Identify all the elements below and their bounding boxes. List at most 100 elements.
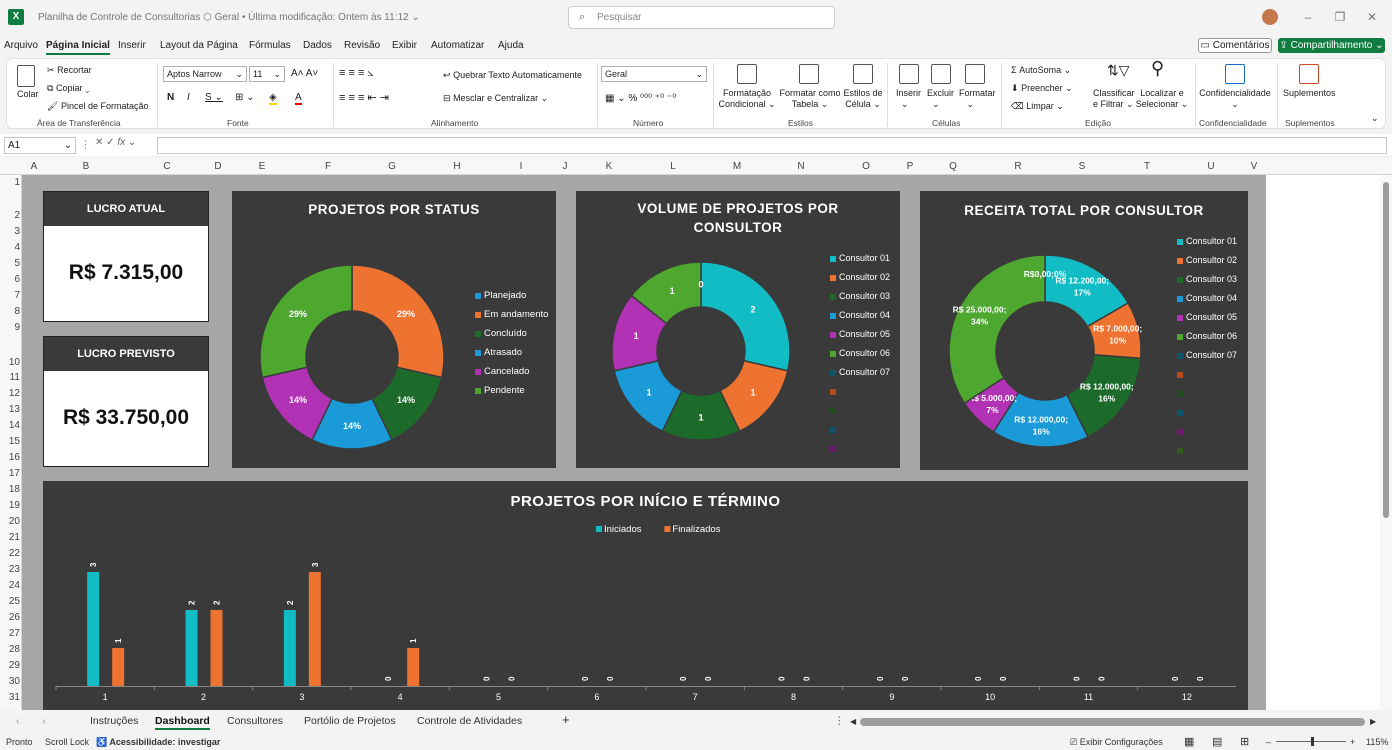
row-header[interactable]: 28 — [0, 644, 20, 655]
column-header[interactable]: Q — [943, 161, 963, 172]
row-header[interactable]: 18 — [0, 484, 20, 495]
column-header[interactable]: E — [252, 161, 272, 172]
border-icon[interactable]: ⊞ ⌄ — [235, 92, 255, 103]
column-header[interactable]: L — [663, 161, 683, 172]
restore-icon[interactable]: ❐ — [1330, 10, 1350, 24]
row-header[interactable]: 26 — [0, 612, 20, 623]
format-cells-button[interactable]: Formatar ⌄ — [959, 88, 996, 110]
menu-formulas[interactable]: Fórmulas — [249, 40, 291, 51]
scroll-left-icon[interactable]: ◀ — [850, 717, 856, 726]
zoom-in-icon[interactable]: + — [1350, 737, 1355, 747]
row-header[interactable]: 2 — [0, 210, 20, 221]
bar[interactable] — [407, 648, 420, 686]
format-as-table-button[interactable]: Formatar como Tabela ⌄ — [778, 88, 842, 110]
menu-help[interactable]: Ajuda — [498, 40, 524, 51]
row-header[interactable]: 6 — [0, 274, 20, 285]
avatar[interactable] — [1262, 9, 1278, 25]
bar[interactable] — [112, 648, 125, 686]
chart-revenue-panel[interactable]: RECEITA TOTAL POR CONSULTOR R$ 12.200,00… — [920, 191, 1248, 470]
page-break-view-icon[interactable]: ⊞ — [1240, 735, 1249, 748]
row-header[interactable]: 1 — [0, 177, 20, 188]
insert-cells-button[interactable]: Inserir ⌄ — [896, 88, 921, 110]
column-header[interactable]: J — [555, 161, 575, 172]
number-format-select[interactable]: Geral ⌄ — [601, 66, 707, 82]
column-header[interactable]: M — [727, 161, 747, 172]
close-icon[interactable]: ✕ — [1362, 10, 1382, 24]
row-header[interactable]: 9 — [0, 322, 20, 333]
zoom-slider-thumb[interactable] — [1311, 737, 1314, 746]
ribbon-collapse-icon[interactable]: ⌄ — [1371, 113, 1379, 124]
sheet-tab-dashboard[interactable]: Dashboard — [155, 715, 210, 730]
search-input[interactable]: ⌕ Pesquisar — [568, 6, 835, 29]
sheet-tab-instrucoes[interactable]: Instruções — [90, 715, 138, 727]
row-header[interactable]: 19 — [0, 500, 20, 511]
merge-center-button[interactable]: ⊟ Mesclar e Centralizar ⌄ — [443, 93, 548, 104]
clear-button[interactable]: ⌫ Limpar ⌄ — [1011, 101, 1064, 112]
minimize-icon[interactable]: – — [1298, 10, 1318, 24]
row-header[interactable]: 17 — [0, 468, 20, 479]
document-title[interactable]: Planilha de Controle de Consultorias ⬡ G… — [38, 12, 420, 23]
column-header[interactable]: D — [208, 161, 228, 172]
column-header[interactable]: S — [1072, 161, 1092, 172]
menu-page-layout[interactable]: Layout da Página — [160, 40, 238, 51]
font-color-icon[interactable]: A — [295, 92, 302, 105]
empty-cells-area[interactable] — [1266, 175, 1380, 710]
paste-icon[interactable] — [17, 65, 35, 87]
wrap-text-button[interactable]: ↩ Quebrar Texto Automaticamente — [443, 70, 582, 81]
column-header[interactable]: T — [1137, 161, 1157, 172]
row-header[interactable]: 21 — [0, 532, 20, 543]
menu-file[interactable]: Arquivo — [4, 40, 38, 51]
share-button[interactable]: ⇪ Compartilhamento ⌄ — [1278, 38, 1385, 53]
row-header[interactable]: 5 — [0, 258, 20, 269]
horizontal-scroll-thumb[interactable] — [860, 718, 1365, 726]
column-header[interactable]: R — [1008, 161, 1028, 172]
horizontal-align-icons[interactable]: ≡ ≡ ≡ ⇤ ⇥ — [339, 93, 389, 104]
row-header[interactable]: 23 — [0, 564, 20, 575]
sheet-tab-consultores[interactable]: Consultores — [227, 715, 283, 727]
prev-sheet-icon[interactable]: ‹ — [16, 715, 20, 727]
row-header[interactable]: 22 — [0, 548, 20, 559]
row-header[interactable]: 8 — [0, 306, 20, 317]
row-header[interactable]: 24 — [0, 580, 20, 591]
paste-button[interactable]: Colar — [17, 89, 39, 100]
bar[interactable] — [210, 610, 223, 686]
donut-slice[interactable] — [259, 264, 353, 379]
bar[interactable] — [87, 572, 100, 686]
tab-options-icon[interactable]: ⋮ — [834, 715, 845, 727]
row-header[interactable]: 13 — [0, 404, 20, 415]
conditional-format-button[interactable]: Formatação Condicional ⌄ — [718, 88, 776, 110]
column-header[interactable]: G — [382, 161, 402, 172]
underline-button[interactable]: S ⌄ — [205, 92, 223, 103]
row-header[interactable]: 11 — [0, 372, 20, 383]
formula-input[interactable] — [157, 137, 1387, 154]
vertical-scroll-thumb[interactable] — [1383, 182, 1389, 518]
vertical-align-icons[interactable]: ≡ ≡ ≡ ⦣ — [339, 68, 374, 79]
copy-button[interactable]: ⧉ Copiar ⌄ — [47, 83, 89, 94]
column-header[interactable]: F — [318, 161, 338, 172]
row-header[interactable]: 7 — [0, 290, 20, 301]
name-box[interactable]: A1 ⌄ — [4, 137, 76, 154]
display-settings-button[interactable]: ⎚ Exibir Configurações — [1070, 737, 1163, 748]
chart-status-panel[interactable]: PROJETOS POR STATUS 0%29%14%14%14%29% Pl… — [232, 191, 556, 468]
zoom-out-icon[interactable]: – — [1266, 737, 1271, 747]
autosum-button[interactable]: Σ AutoSoma ⌄ — [1011, 65, 1071, 76]
delete-cells-button[interactable]: Excluir ⌄ — [927, 88, 954, 110]
donut-slice[interactable] — [700, 261, 791, 372]
row-header[interactable]: 10 — [0, 357, 20, 368]
row-header[interactable]: 16 — [0, 452, 20, 463]
font-grow-icon[interactable]: A˄ A˅ — [291, 68, 318, 79]
sensitivity-label[interactable]: Geral — [215, 12, 239, 23]
sheet-tab-atividades[interactable]: Controle de Atividades — [417, 715, 522, 727]
addins-button[interactable]: Suplementos — [1283, 88, 1336, 99]
bar[interactable] — [185, 610, 198, 686]
zoom-level[interactable]: 115% — [1366, 737, 1388, 747]
row-header[interactable]: 4 — [0, 242, 20, 253]
comments-button[interactable]: ▭ Comentários — [1198, 38, 1272, 53]
normal-view-icon[interactable]: ▦ — [1184, 735, 1194, 748]
menu-automate[interactable]: Automatizar — [431, 40, 484, 51]
column-header[interactable]: P — [900, 161, 920, 172]
donut-slice[interactable] — [351, 264, 445, 379]
menu-view[interactable]: Exibir — [392, 40, 417, 51]
column-header[interactable]: A — [24, 161, 44, 172]
formula-function-icon[interactable]: ✕ ✓ fx ⌄ — [95, 137, 136, 148]
